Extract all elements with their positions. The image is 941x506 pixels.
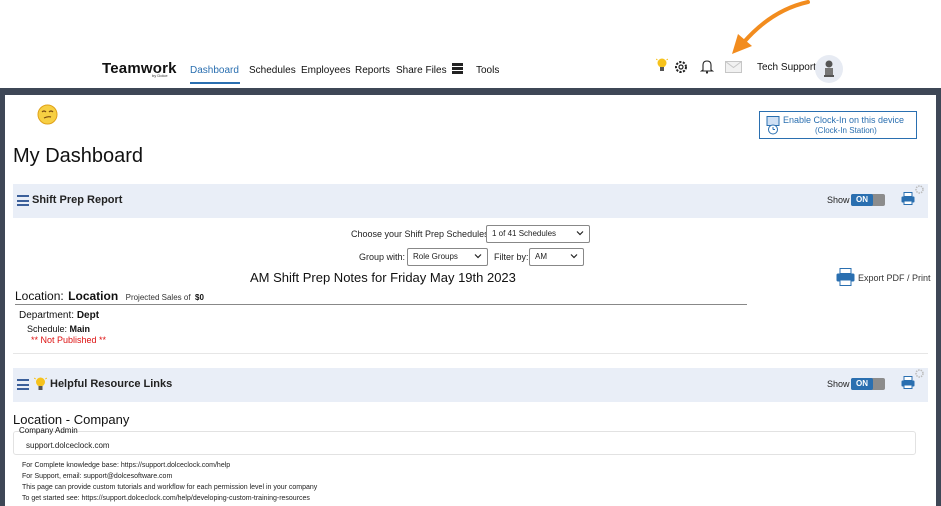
top-navigation: Teamwork by Dolce Dashboard Schedules Em… [0,0,941,88]
location-divider [15,304,747,305]
frame-right-border [936,88,941,506]
toggle-on-label: ON [851,378,873,390]
enable-clock-in-button[interactable]: Enable Clock-In on this device (Clock-In… [759,111,917,139]
frame-top-border [0,88,941,95]
department-label: Department: [19,310,75,321]
section-settings-icon[interactable] [915,369,924,378]
drag-menu-icon[interactable] [17,195,29,209]
annotation-arrow-icon [732,0,810,54]
support-url[interactable]: support.dolceclock.com [26,441,110,450]
info-line-knowledge-base: For Complete knowledge base: https://sup… [22,462,231,469]
printer-icon[interactable] [901,376,915,389]
schedules-select[interactable]: 1 of 41 Schedules [486,225,590,243]
resource-links-section-header: Helpful Resource Links Show ON [13,368,928,402]
export-pdf-print-label: Export PDF / Print [858,273,931,283]
chevron-down-icon [570,254,578,259]
printer-icon[interactable] [901,192,915,205]
clock-in-station-icon [766,116,780,135]
group-with-label: Group with: [359,252,406,262]
location-label: Location: [15,289,64,303]
user-name[interactable]: Tech Support [757,62,816,73]
nav-dashboard[interactable]: Dashboard [190,65,239,76]
resource-links-title: Helpful Resource Links [50,378,173,390]
shift-prep-title: Shift Prep Report [32,194,123,206]
mail-icon[interactable] [725,61,742,73]
show-label: Show [827,195,850,205]
avatar[interactable] [815,55,843,83]
schedule-value: Main [69,324,91,334]
nav-employees[interactable]: Employees [301,65,350,76]
department-value: Dept [76,310,100,321]
projected-sales-label: Projected Sales of [125,293,191,302]
bulb-icon [34,377,47,390]
location-value: Location [68,289,119,303]
filter-by-select-value: AM [535,252,547,261]
info-line-custom-tutorials: This page can provide custom tutorials a… [22,484,318,491]
logo-by-dolce: by Dolce [152,73,168,78]
clock-in-station-label: (Clock-In Station) [815,126,877,135]
schedule-label: Schedule: [27,324,68,334]
shift-prep-section-header: Shift Prep Report Show ON [13,184,928,218]
bulb-icon[interactable] [656,57,668,74]
location-line: Location: Location Projected Sales of $0 [15,287,204,305]
export-pdf-print-link[interactable]: Export PDF / Print [836,268,931,290]
shift-prep-notes-title: AM Shift Prep Notes for Friday May 19th … [250,270,516,285]
dashboard-content: My Dashboard Enable Clock-In on this dev… [5,95,936,506]
schedules-select-value: 1 of 41 Schedules [492,229,557,238]
nav-share-files[interactable]: Share Files [396,65,447,76]
company-admin-label: Company Admin [19,426,78,435]
bell-icon[interactable] [700,59,714,74]
section-settings-icon[interactable] [915,185,924,194]
location-company-title: Location - Company [13,412,130,427]
toggle-on-label: ON [851,194,873,206]
projected-sales-value: $0 [195,293,204,302]
printer-stack-icon[interactable] [451,62,464,75]
chevron-down-icon [474,254,482,259]
filter-by-select[interactable]: AM [529,248,584,266]
teamwork-logo[interactable]: Teamwork by Dolce [102,58,177,78]
drag-menu-icon[interactable] [17,379,29,393]
emoji-face-icon [37,104,58,125]
schedule-line: Schedule: Main [27,324,90,334]
resource-links-show-toggle[interactable]: ON [851,378,885,390]
department-line: Department: Dept [19,310,99,321]
user-avatar-icon [824,60,834,77]
choose-schedules-label: Choose your Shift Prep Schedules [351,229,489,239]
nav-active-underline [190,82,240,84]
not-published-status: ** Not Published ** [31,335,107,345]
chevron-down-icon [576,231,584,236]
filter-by-label: Filter by: [494,252,529,262]
page-title: My Dashboard [13,145,144,167]
shift-prep-show-toggle[interactable]: ON [851,194,885,206]
section-separator [13,353,928,354]
gear-icon[interactable] [674,60,688,74]
nav-tools[interactable]: Tools [476,65,499,76]
nav-schedules[interactable]: Schedules [249,65,296,76]
group-with-select[interactable]: Role Groups [407,248,488,266]
clock-in-label: Enable Clock-In on this device [783,115,905,125]
info-line-support-email: For Support, email: support@dolcesoftwar… [22,473,173,480]
group-with-select-value: Role Groups [413,252,458,261]
printer-icon [836,268,855,286]
support-link-box[interactable]: support.dolceclock.com [13,431,916,455]
info-line-get-started: To get started see: https://support.dolc… [22,495,310,502]
nav-reports[interactable]: Reports [355,65,390,76]
show-label: Show [827,379,850,389]
